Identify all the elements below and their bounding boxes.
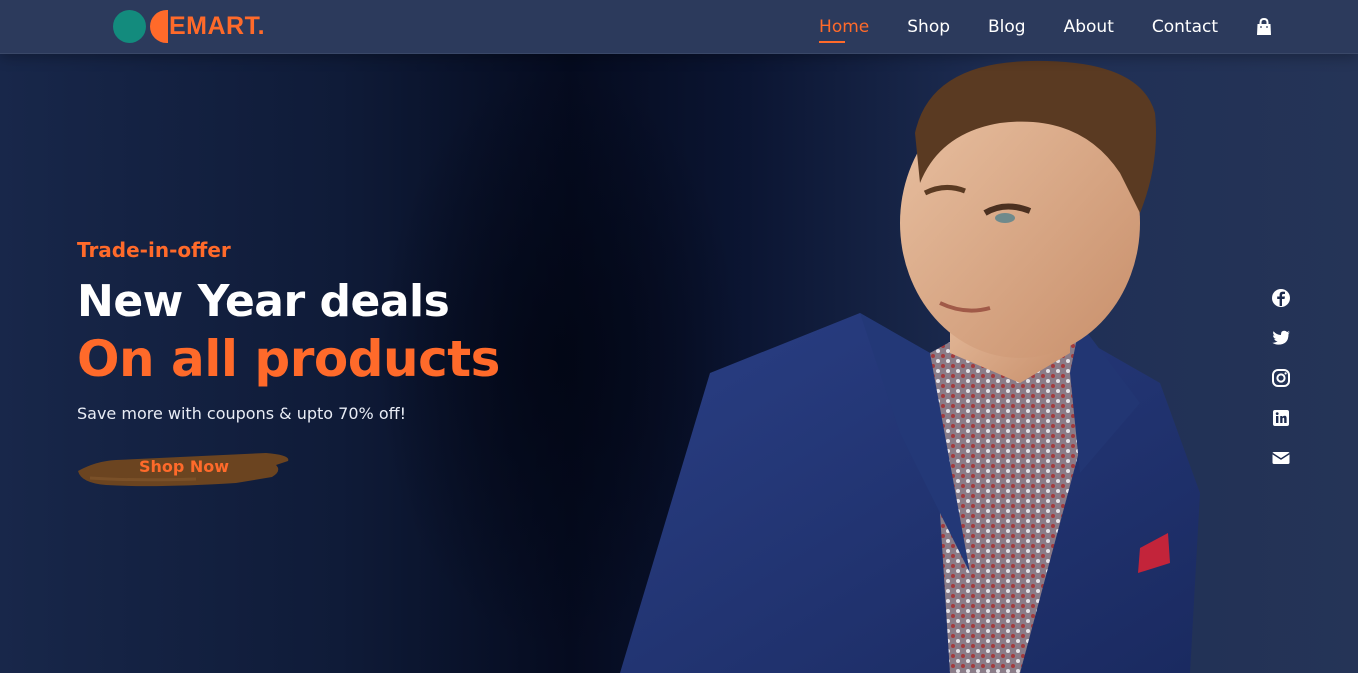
shop-now-button[interactable]: Shop Now (76, 443, 292, 489)
envelope-icon[interactable] (1271, 448, 1291, 468)
nav-item-shop[interactable]: Shop (907, 13, 950, 41)
nav-menu: Home Shop Blog About Contact (781, 0, 1272, 53)
shop-now-label: Shop Now (138, 456, 230, 476)
logo[interactable]: EMART. (113, 8, 265, 44)
hero-subheadline: On all products (77, 330, 500, 388)
social-links (1271, 288, 1293, 488)
nav-item-home[interactable]: Home (819, 13, 869, 43)
hero-description: Save more with coupons & upto 70% off! (77, 404, 407, 423)
logo-half-circle-icon (150, 9, 168, 43)
hero-model-image (620, 60, 1200, 673)
shopping-bag-icon[interactable] (1256, 17, 1272, 36)
nav-item-about[interactable]: About (1064, 13, 1114, 41)
nav-item-contact[interactable]: Contact (1152, 13, 1218, 41)
logo-circle-icon (113, 9, 146, 43)
linkedin-icon[interactable] (1271, 408, 1291, 428)
nav-item-blog[interactable]: Blog (988, 13, 1026, 41)
hero-headline: New Year deals (77, 276, 450, 327)
twitter-icon[interactable] (1271, 328, 1291, 348)
logo-text: EMART. (169, 11, 266, 40)
facebook-icon[interactable] (1271, 288, 1291, 308)
hero-section: Trade-in-offer New Year deals On all pro… (0, 0, 1358, 673)
instagram-icon[interactable] (1271, 368, 1291, 388)
hero-tagline: Trade-in-offer (77, 238, 231, 262)
navbar: EMART. Home Shop Blog About Contact (0, 0, 1358, 54)
